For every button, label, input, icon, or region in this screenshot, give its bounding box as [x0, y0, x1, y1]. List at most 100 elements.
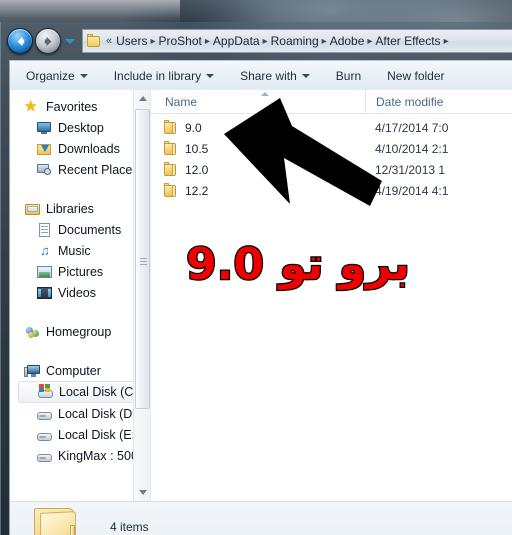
- disk-icon: [36, 448, 53, 464]
- sidebar-item-favorites[interactable]: ★ Favorites: [10, 96, 150, 117]
- disk-icon: [36, 427, 53, 443]
- navigation-pane-scrollbar[interactable]: [133, 90, 150, 501]
- file-name-label: 9.0: [185, 120, 202, 135]
- breadcrumb-item-roaming[interactable]: Roaming: [270, 34, 320, 48]
- chevron-right-icon[interactable]: ▸: [263, 36, 268, 47]
- table-row[interactable]: 10.5 4/10/2014 2:1: [151, 138, 512, 159]
- recent-places-icon: [36, 162, 53, 178]
- star-icon: ★: [24, 97, 38, 115]
- sidebar-item-label: Computer: [46, 363, 101, 378]
- large-folder-icon: [30, 503, 86, 535]
- column-header-label: Name: [165, 94, 198, 109]
- computer-icon: [24, 363, 41, 379]
- sidebar-item-kingmax-500gb[interactable]: KingMax : 500GB: [10, 445, 150, 466]
- table-row[interactable]: 12.0 12/31/2013 1: [151, 159, 512, 180]
- file-name-label: 10.5: [185, 141, 209, 156]
- sidebar-item-libraries[interactable]: Libraries: [10, 198, 150, 219]
- column-header-name[interactable]: Name: [151, 91, 365, 109]
- sidebar-item-label: Music: [58, 243, 91, 258]
- navigation-pane: ★ Favorites Desktop Downloads Recent Pla…: [10, 90, 150, 501]
- sidebar-item-desktop[interactable]: Desktop: [10, 117, 150, 138]
- forward-button[interactable]: [35, 28, 61, 54]
- sidebar-item-label: Local Disk (C:): [59, 385, 141, 399]
- chevron-right-icon[interactable]: ▸: [444, 36, 449, 47]
- sidebar-item-videos[interactable]: Videos: [10, 282, 150, 303]
- downloads-folder-icon: [36, 141, 53, 157]
- sidebar-item-label: Desktop: [58, 120, 104, 135]
- arrow-left-icon: [17, 36, 24, 46]
- sidebar-item-pictures[interactable]: Pictures: [10, 261, 150, 282]
- file-name-cell[interactable]: 12.2: [151, 183, 365, 198]
- sidebar-item-label: Pictures: [58, 264, 104, 279]
- file-name-cell[interactable]: 9.0: [151, 120, 365, 135]
- toolbar-button-include-in-library[interactable]: Include in library: [113, 68, 215, 83]
- breadcrumb-item-users[interactable]: Users: [115, 34, 148, 48]
- scroll-up-arrow-icon[interactable]: [134, 90, 150, 107]
- table-row[interactable]: 9.0 4/17/2014 7:0: [151, 117, 512, 138]
- sidebar-item-recent-places[interactable]: Recent Places: [10, 159, 150, 180]
- toolbar-button-new-folder[interactable]: New folder: [387, 69, 444, 83]
- file-name-label: 12.2: [185, 183, 209, 198]
- sidebar-item-downloads[interactable]: Downloads: [10, 138, 150, 159]
- sidebar-item-label: Local Disk (D:): [58, 406, 140, 421]
- table-row[interactable]: 12.2 4/19/2014 4:1: [151, 180, 512, 201]
- sidebar-item-documents[interactable]: Documents: [10, 219, 150, 240]
- sidebar-item-local-disk-e[interactable]: Local Disk (E:): [10, 424, 150, 445]
- file-list-pane: Name Date modifie 9.0 4/17/2014 7:0 10.5…: [150, 89, 512, 501]
- sidebar-item-label: Videos: [58, 285, 96, 300]
- file-name-cell[interactable]: 10.5: [151, 141, 365, 156]
- file-name-label: 12.0: [185, 162, 209, 177]
- explorer-body: ★ Favorites Desktop Downloads Recent Pla…: [9, 89, 512, 501]
- chevron-down-icon: [65, 38, 75, 44]
- breadcrumb-item-appdata[interactable]: AppData: [212, 34, 261, 48]
- chevron-down-icon: [301, 73, 310, 78]
- sidebar-item-homegroup[interactable]: Homegroup: [10, 321, 150, 342]
- back-button[interactable]: [7, 28, 33, 54]
- toolbar-label: Share with: [240, 68, 297, 83]
- address-bar: « Users ▸ ProShot ▸ AppData ▸ Roaming ▸ …: [1, 22, 512, 60]
- breadcrumb[interactable]: « Users ▸ ProShot ▸ AppData ▸ Roaming ▸ …: [82, 29, 512, 53]
- toolbar-button-organize[interactable]: Organize: [26, 69, 88, 83]
- toolbar-label: Include in library: [113, 68, 202, 83]
- nav-group-libraries: Libraries Documents ♫ Music Pictures Vid…: [10, 198, 150, 303]
- chevron-down-icon: [206, 73, 215, 78]
- folder-icon: [163, 141, 179, 156]
- column-header-date-modified[interactable]: Date modifie: [365, 89, 512, 114]
- music-note-icon: ♫: [40, 242, 50, 258]
- sidebar-item-local-disk-d[interactable]: Local Disk (D:): [10, 403, 150, 424]
- scrollbar-thumb[interactable]: [135, 109, 150, 409]
- toolbar-label: Burn: [335, 68, 362, 83]
- column-header-row: Name Date modifie: [151, 89, 512, 114]
- toolbar-button-share-with[interactable]: Share with: [240, 69, 310, 83]
- annotation-text: برو تو 9.0: [185, 239, 411, 290]
- toolbar-button-burn[interactable]: Burn: [336, 69, 361, 83]
- sidebar-item-local-disk-c[interactable]: Local Disk (C:): [18, 381, 150, 403]
- file-rows: 9.0 4/17/2014 7:0 10.5 4/10/2014 2:1 12.…: [151, 114, 512, 201]
- breadcrumb-item-adobe[interactable]: Adobe: [329, 34, 366, 48]
- scroll-down-arrow-icon[interactable]: [134, 484, 150, 501]
- chevron-down-icon: [79, 73, 88, 78]
- arrow-right-icon: [44, 36, 51, 46]
- file-date-cell: 4/19/2014 4:1: [375, 183, 449, 198]
- breadcrumb-item-proshot[interactable]: ProShot: [158, 34, 203, 48]
- file-date-cell: 4/17/2014 7:0: [375, 120, 449, 135]
- sidebar-item-label: Favorites: [46, 99, 98, 114]
- file-date-cell: 12/31/2013 1: [375, 162, 446, 177]
- recent-pages-dropdown-button[interactable]: [62, 31, 78, 51]
- disk-icon: [36, 406, 53, 422]
- chevron-right-icon[interactable]: ▸: [367, 36, 372, 47]
- file-name-cell[interactable]: 12.0: [151, 162, 365, 177]
- folder-icon: [163, 183, 179, 198]
- chevron-right-icon[interactable]: ▸: [322, 36, 327, 47]
- sort-ascending-icon: [261, 91, 269, 96]
- sidebar-item-computer[interactable]: Computer: [10, 360, 150, 381]
- breadcrumb-overflow[interactable]: «: [106, 35, 112, 47]
- sidebar-item-label: Downloads: [58, 141, 120, 156]
- sidebar-item-music[interactable]: ♫ Music: [10, 240, 150, 261]
- chevron-right-icon[interactable]: ▸: [205, 36, 210, 47]
- chevron-right-icon[interactable]: ▸: [150, 36, 155, 47]
- toolbar-label: Organize: [26, 68, 75, 83]
- libraries-icon: [24, 201, 41, 217]
- breadcrumb-item-after-effects[interactable]: After Effects: [374, 34, 441, 48]
